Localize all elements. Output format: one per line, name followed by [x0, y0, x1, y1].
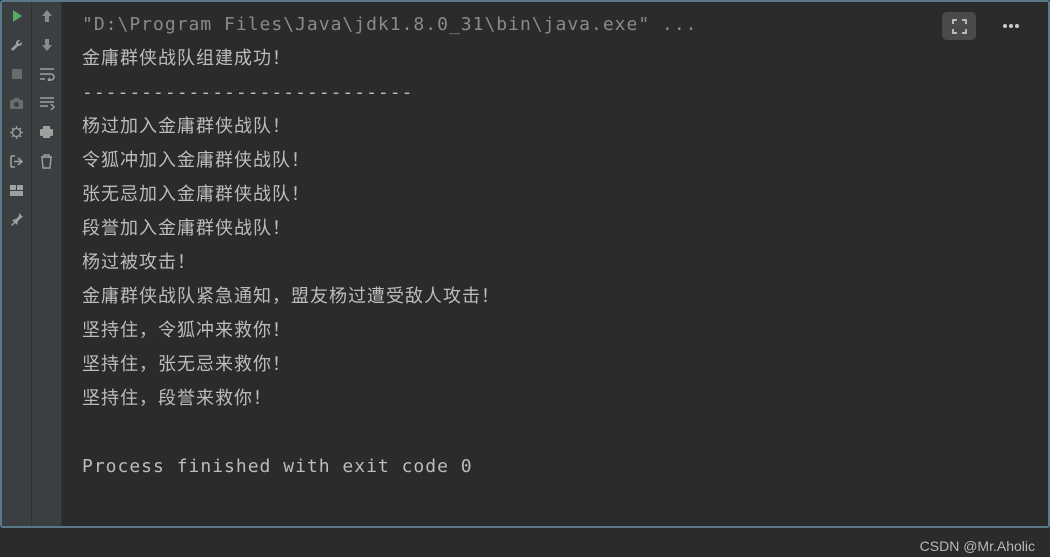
output-line: 金庸群侠战队紧急通知，盟友杨过遭受敌人攻击！	[82, 280, 1048, 314]
watermark-text: CSDN @Mr.Aholic	[920, 538, 1035, 554]
print-icon[interactable]	[39, 124, 55, 140]
output-line: ----------------------------	[82, 76, 1048, 110]
more-icon[interactable]	[994, 12, 1028, 40]
debug-icon[interactable]	[9, 124, 25, 140]
expand-icon[interactable]	[942, 12, 976, 40]
run-icon[interactable]	[9, 8, 25, 24]
output-line: 坚持住，段誉来救你！	[82, 382, 1048, 416]
console-text: "D:\Program Files\Java\jdk1.8.0_31\bin\j…	[62, 8, 1048, 484]
trash-icon[interactable]	[39, 153, 55, 169]
output-line: 张无忌加入金庸群侠战队！	[82, 178, 1048, 212]
run-toolbar-secondary	[32, 2, 62, 526]
layout-icon[interactable]	[9, 182, 25, 198]
up-arrow-icon[interactable]	[39, 8, 55, 24]
soft-wrap-icon[interactable]	[39, 66, 55, 82]
output-line: 令狐冲加入金庸群侠战队！	[82, 144, 1048, 178]
output-line: 金庸群侠战队组建成功！	[82, 42, 1048, 76]
command-line: "D:\Program Files\Java\jdk1.8.0_31\bin\j…	[82, 8, 1048, 42]
pin-icon[interactable]	[9, 211, 25, 227]
output-line: 杨过加入金庸群侠战队！	[82, 110, 1048, 144]
stop-icon[interactable]	[9, 66, 25, 82]
console-top-actions	[942, 12, 1028, 40]
scroll-to-end-icon[interactable]	[39, 95, 55, 111]
run-tool-window: "D:\Program Files\Java\jdk1.8.0_31\bin\j…	[0, 0, 1050, 528]
output-line: 杨过被攻击！	[82, 246, 1048, 280]
output-line-blank	[82, 416, 1048, 450]
process-exit-line: Process finished with exit code 0	[82, 450, 1048, 484]
run-toolbar-primary	[2, 2, 32, 526]
output-line: 段誉加入金庸群侠战队！	[82, 212, 1048, 246]
console-output-area[interactable]: "D:\Program Files\Java\jdk1.8.0_31\bin\j…	[62, 2, 1048, 526]
output-line: 坚持住，令狐冲来救你！	[82, 314, 1048, 348]
wrench-icon[interactable]	[9, 37, 25, 53]
down-arrow-icon[interactable]	[39, 37, 55, 53]
camera-icon[interactable]	[9, 95, 25, 111]
exit-icon[interactable]	[9, 153, 25, 169]
output-line: 坚持住，张无忌来救你！	[82, 348, 1048, 382]
